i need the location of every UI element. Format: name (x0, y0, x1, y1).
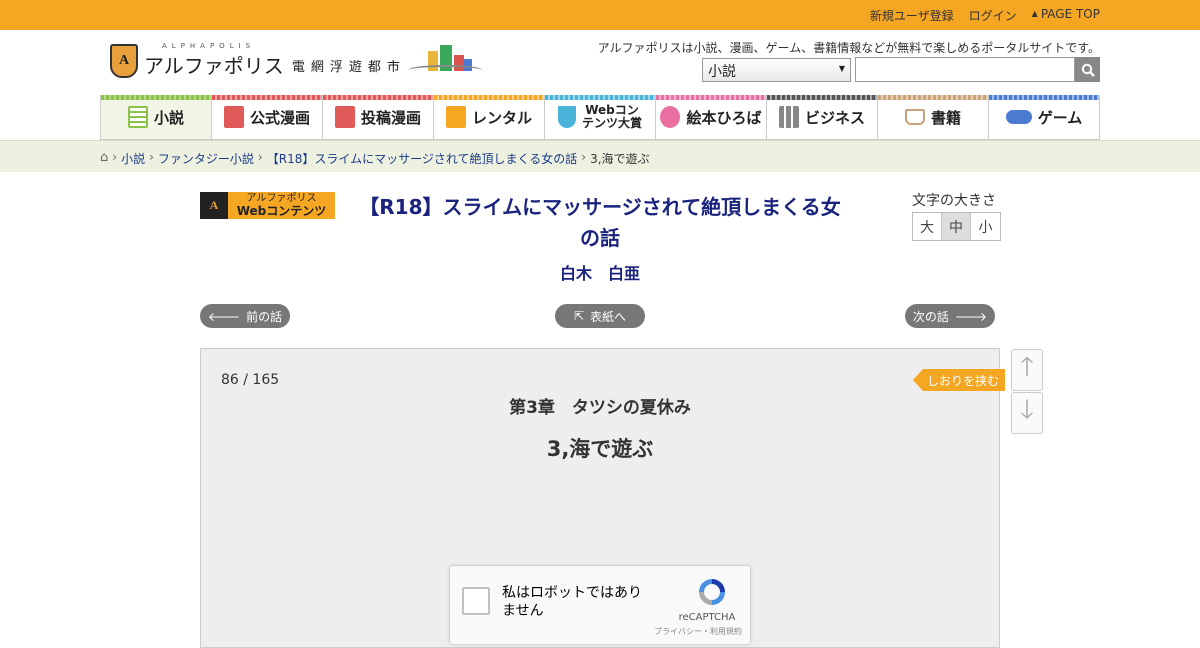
logo-name: アルファポリス (144, 53, 284, 78)
nav-label: 投稿漫画 (360, 108, 421, 127)
nav-label: Webコンテンツ大賞 (582, 103, 643, 130)
font-size-large-button[interactable]: 大 (913, 213, 942, 240)
nav-business[interactable]: ビジネス (766, 95, 877, 140)
nav-label: ゲーム (1037, 108, 1083, 127)
account-links: 新規ユーザ登録 ログイン PAGE TOP (870, 7, 1100, 24)
top-bar: 新規ユーザ登録 ログイン PAGE TOP (0, 0, 1200, 30)
arrow-up-icon: 🡑 (1020, 352, 1034, 382)
recaptcha-checkbox[interactable] (462, 587, 490, 615)
scroll-up-button[interactable]: 🡑 (1011, 349, 1043, 391)
city-illustration-icon (406, 43, 486, 79)
register-link[interactable]: 新規ユーザ登録 (870, 7, 954, 24)
nav-books[interactable]: 書籍 (877, 95, 988, 140)
scroll-down-button[interactable]: 🡓 (1011, 392, 1043, 434)
nav-rental[interactable]: レンタル (433, 95, 544, 140)
badge-bottom: Webコンテンツ (236, 204, 327, 218)
badge-top: アルファポリス (246, 193, 317, 204)
chapter-title: 第3章 タツシの夏休み (509, 398, 691, 418)
breadcrumb: ⌂ › 小説 › ファンタジー小説 › 【R18】スライムにマッサージされて絶頂… (100, 150, 650, 167)
table-of-contents-button[interactable]: ⇱ 表紙へ (555, 304, 645, 328)
manga-icon (223, 106, 244, 128)
manga-icon (334, 106, 355, 128)
home-icon[interactable]: ⌂ (100, 150, 108, 167)
episode-title: 3,海で遊ぶ (546, 437, 654, 461)
nav-posted-manga[interactable]: 投稿漫画 (322, 95, 433, 140)
logo-tiny-text: ALPHAPOLIS (162, 41, 256, 50)
picture-book-icon (660, 106, 681, 128)
search-category-select[interactable]: 小説 (702, 58, 851, 82)
bar-chart-icon (778, 106, 799, 128)
episode-content: 86 / 165 第3章 タツシの夏休み 3,海で遊ぶ しおりを挟む 私はロボッ… (200, 348, 1005, 648)
nav-official-manga[interactable]: 公式漫画 (211, 95, 322, 140)
work-title[interactable]: 【R18】スライムにマッサージされて絶頂しまくる女の話 (350, 192, 850, 254)
page-top-link[interactable]: PAGE TOP (1032, 7, 1100, 24)
prev-episode-label: 前の話 (246, 309, 283, 324)
prev-episode-button[interactable]: 🡐 前の話 (200, 304, 290, 328)
breadcrumb-item[interactable]: 小説 (121, 150, 145, 167)
logo-wordmark: ALPHAPOLIS アルファポリス (144, 41, 284, 79)
breadcrumb-bar: ⌂ › 小説 › ファンタジー小説 › 【R18】スライムにマッサージされて絶頂… (0, 140, 1200, 172)
search-icon (1081, 63, 1095, 77)
web-contents-badge[interactable]: A アルファポリス Webコンテンツ (200, 192, 335, 219)
nav-web-contents-award[interactable]: Webコンテンツ大賞 (544, 95, 655, 140)
arrow-left-icon: 🡐 (207, 309, 241, 324)
open-book-icon (904, 109, 925, 125)
badge-text: アルファポリス Webコンテンツ (228, 192, 335, 219)
nav-game[interactable]: ゲーム (988, 95, 1100, 140)
nav-label: 公式漫画 (249, 108, 310, 127)
bookmark-button[interactable]: しおりを挟む (913, 369, 1005, 391)
site-tagline: アルファポリスは小説、漫画、ゲーム、書籍情報などが無料で楽しめるポータルサイトで… (597, 41, 1100, 55)
logo-subtitle: 電網浮遊都市 (291, 59, 406, 75)
site-logo[interactable]: A ALPHAPOLIS アルファポリス 電網浮遊都市 (110, 41, 486, 79)
recaptcha-widget: 私はロボットではありません reCAPTCHA プライバシー・利用規約 (449, 565, 751, 645)
recaptcha-label: 私はロボットではありません (502, 585, 642, 619)
nav-label: 書籍 (930, 108, 961, 127)
nav-stripe (878, 95, 988, 100)
nav-stripe (434, 95, 544, 100)
trophy-icon (558, 106, 576, 128)
nav-stripe (545, 95, 655, 100)
nav-stripe (323, 95, 433, 100)
recaptcha-brand: reCAPTCHA (678, 612, 736, 623)
gamepad-icon (1005, 110, 1032, 124)
font-size-label: 文字の大きさ (912, 193, 996, 209)
novel-icon (127, 106, 148, 128)
nav-stripe (101, 95, 211, 100)
font-size-medium-button[interactable]: 中 (942, 213, 971, 240)
arrow-down-icon: 🡓 (1020, 395, 1034, 425)
nav-novel[interactable]: 小説 (100, 95, 211, 140)
nav-label: レンタル (471, 108, 532, 127)
nav-stripe (212, 95, 322, 100)
recaptcha-terms-link[interactable]: プライバシー・利用規約 (650, 626, 746, 637)
nav-label: 絵本ひろば (686, 108, 762, 127)
arrow-up-left-icon: ⇱ (573, 309, 585, 323)
breadcrumb-current: 3,海で遊ぶ (590, 152, 650, 166)
recaptcha-icon (699, 579, 725, 605)
nav-stripe (767, 95, 877, 100)
nav-label: ビジネス (804, 108, 865, 127)
main-nav: 小説 公式漫画 投稿漫画 レンタル Webコンテンツ大賞 絵本ひろば ビジネス … (100, 95, 1100, 140)
next-episode-button[interactable]: 次の話 🡒 (905, 304, 995, 328)
search-button[interactable] (1075, 57, 1100, 82)
alphapolis-badge-icon: A (200, 192, 228, 219)
nav-stripe (989, 95, 1099, 100)
breadcrumb-item[interactable]: 【R18】スライムにマッサージされて絶頂しまくる女の話 (267, 150, 578, 167)
font-size-small-button[interactable]: 小 (971, 213, 1000, 240)
nav-label: 小説 (153, 108, 184, 127)
arrow-right-icon: 🡒 (954, 309, 988, 324)
work-author[interactable]: 白木 白亜 (350, 260, 850, 284)
breadcrumb-item[interactable]: ファンタジー小説 (158, 150, 254, 167)
toc-label: 表紙へ (590, 309, 627, 324)
rental-icon (445, 106, 466, 128)
font-size-buttons: 大 中 小 (912, 212, 1001, 241)
nav-stripe (656, 95, 766, 100)
nav-picture-book[interactable]: 絵本ひろば (655, 95, 766, 140)
login-link[interactable]: ログイン (969, 7, 1017, 24)
font-size-control: 文字の大きさ 大 中 小 (912, 190, 1001, 241)
search-input[interactable] (855, 57, 1075, 82)
alphapolis-shield-icon: A (110, 44, 138, 78)
next-episode-label: 次の話 (912, 309, 949, 324)
page-number: 86 / 165 (221, 372, 280, 388)
